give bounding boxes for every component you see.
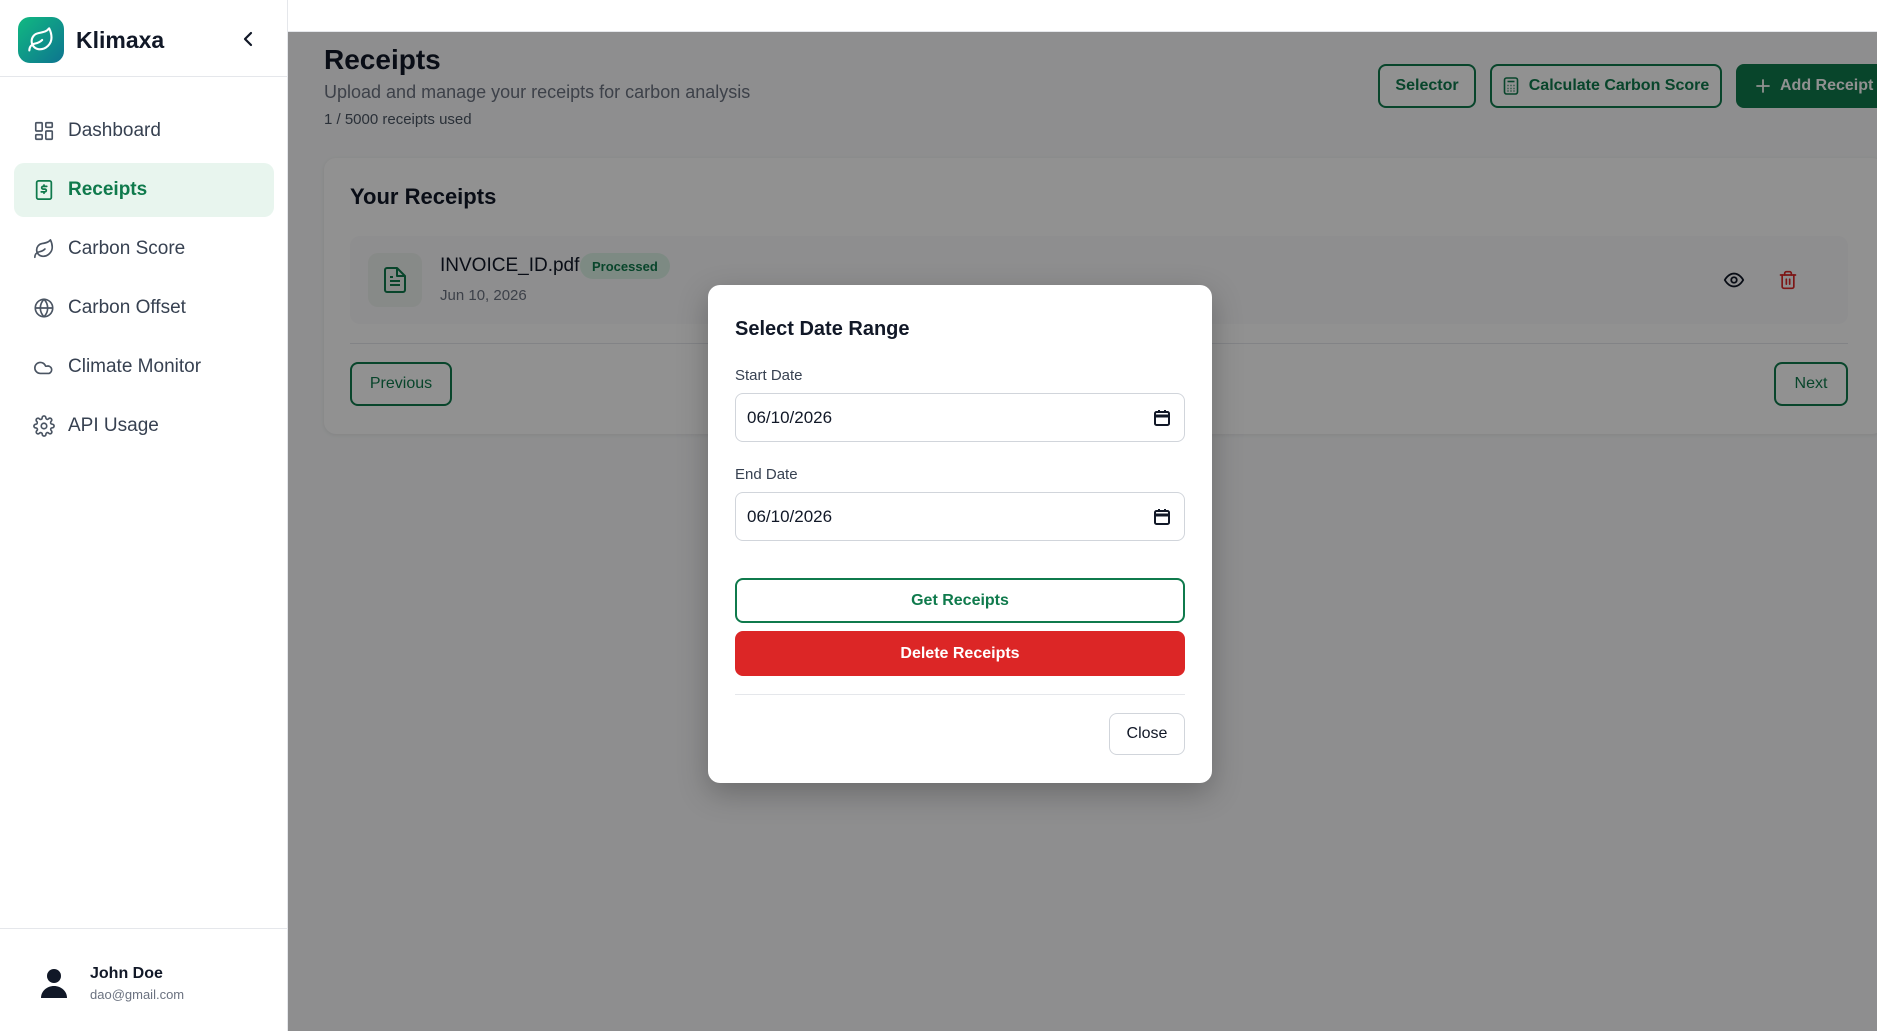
collapse-sidebar-button[interactable] xyxy=(238,28,258,50)
end-date-input[interactable]: 06/10/2026 xyxy=(735,492,1185,541)
start-date-input[interactable]: 06/10/2026 xyxy=(735,393,1185,442)
date-range-modal: Select Date Range Start Date 06/10/2026 … xyxy=(708,285,1212,783)
start-date-label: Start Date xyxy=(735,367,803,384)
get-receipts-button[interactable]: Get Receipts xyxy=(735,578,1185,623)
user-email: dao@gmail.com xyxy=(90,987,185,1002)
end-date-value: 06/10/2026 xyxy=(747,506,833,526)
cloud-icon xyxy=(32,355,56,379)
globe-icon xyxy=(32,296,56,320)
sidebar-item-label: API Usage xyxy=(68,415,159,436)
sidebar-item-receipts[interactable]: Receipts xyxy=(14,163,274,217)
klimaxa-logo-icon xyxy=(18,17,64,63)
user-avatar-icon xyxy=(40,967,68,999)
sidebar-item-label: Carbon Offset xyxy=(68,297,186,318)
sidebar-item-label: Carbon Score xyxy=(68,238,186,259)
start-date-value: 06/10/2026 xyxy=(747,407,833,427)
close-button[interactable]: Close xyxy=(1109,713,1185,755)
sidebar-item-api-usage[interactable]: API Usage xyxy=(14,399,274,453)
sidebar-item-label: Receipts xyxy=(68,179,148,200)
calendar-icon[interactable] xyxy=(1152,507,1172,527)
sidebar-item-label: Climate Monitor xyxy=(68,356,202,377)
chevron-left-icon xyxy=(243,31,253,47)
delete-receipts-label: Delete Receipts xyxy=(900,644,1020,662)
user-name: John Doe xyxy=(90,965,163,982)
sidebar-nav: Dashboard Receipts Carbon Score Carbon O… xyxy=(14,104,274,458)
user-profile[interactable]: John Doe dao@gmail.com xyxy=(0,928,288,1031)
get-receipts-label: Get Receipts xyxy=(911,591,1009,609)
app-name: Klimaxa xyxy=(76,27,165,53)
delete-receipts-button[interactable]: Delete Receipts xyxy=(735,631,1185,676)
sidebar-item-carbon-score[interactable]: Carbon Score xyxy=(14,222,274,276)
calendar-icon[interactable] xyxy=(1152,408,1172,428)
brand-header: Klimaxa xyxy=(0,0,288,77)
top-bar xyxy=(288,0,1877,32)
receipt-dollar-icon xyxy=(32,178,56,202)
leaf-icon xyxy=(32,237,56,261)
gear-icon xyxy=(32,414,56,438)
sidebar-item-carbon-offset[interactable]: Carbon Offset xyxy=(14,281,274,335)
sidebar-item-label: Dashboard xyxy=(68,120,161,141)
sidebar: Klimaxa Dashboard Receipts Carbon Score xyxy=(0,0,288,1031)
dashboard-grid-icon xyxy=(32,119,56,143)
end-date-label: End Date xyxy=(735,466,798,483)
modal-divider xyxy=(735,694,1185,695)
sidebar-item-climate-monitor[interactable]: Climate Monitor xyxy=(14,340,274,394)
sidebar-item-dashboard[interactable]: Dashboard xyxy=(14,104,274,158)
close-label: Close xyxy=(1126,725,1168,742)
modal-title: Select Date Range xyxy=(735,318,910,340)
